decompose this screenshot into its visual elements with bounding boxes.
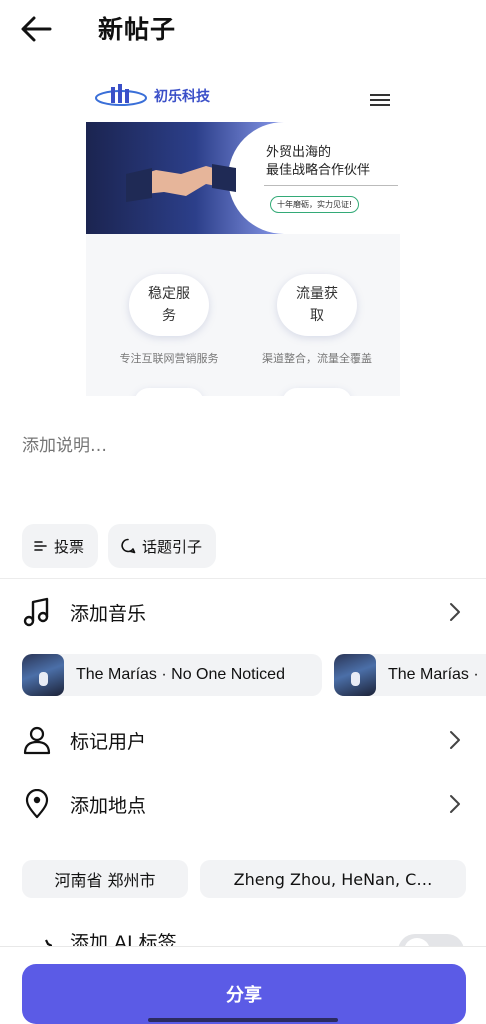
add-location-row[interactable]: 添加地点 [0,776,486,832]
feature-title: 稳定服务 [129,274,209,336]
chevron-right-icon [450,795,460,813]
chevron-right-icon [450,603,460,621]
feature-desc: 专注互联网营销服务 [119,352,219,365]
banner-line-2: 最佳战略合作伙伴 [266,163,371,178]
logo-icon [95,84,147,106]
preview-header: 初乐科技 [86,66,400,122]
top-bar: 新帖子 [0,0,486,58]
feature-title: 流量获取 [277,274,357,336]
feature-circle-partial [134,388,204,396]
add-music-row[interactable]: 添加音乐 [0,584,486,640]
handshake-icon [126,164,236,202]
feature-desc: 渠道整合，流量全覆盖 [262,352,372,365]
share-button[interactable]: 分享 [22,964,466,1024]
music-note-icon [22,597,52,627]
music-title: The Marías · [388,666,479,683]
arrow-left-icon [21,16,52,42]
banner-badge: 十年磨砺，实力见证! [270,196,360,213]
topic-label: 话题引子 [142,537,203,556]
tag-people-row[interactable]: 标记用户 [0,712,486,768]
chevron-right-icon [450,731,460,749]
banner-text-panel [228,122,400,234]
brand-logo: 初乐科技 [94,84,210,108]
feature-circle-partial [282,388,352,396]
topic-prompt-button[interactable]: 话题引子 [108,524,216,568]
divider [0,578,486,579]
caption-input[interactable] [22,436,462,456]
banner-line-1: 外贸出海的 [266,145,332,160]
banner-divider [264,185,398,186]
post-image-preview[interactable]: 初乐科技 外贸出海的 最佳战略合作伙伴 十年磨砺，实力见证! 稳定服务 专注互联… [86,66,400,396]
home-indicator [148,1018,338,1022]
person-icon [22,725,52,755]
add-location-label: 添加地点 [70,794,147,817]
list-icon [34,541,47,551]
add-music-label: 添加音乐 [70,602,147,625]
feature-stable-service: 稳定服务 专注互联网营销服务 [94,274,244,366]
feature-traffic: 流量获取 渠道整合，流量全覆盖 [242,274,392,366]
page-title: 新帖子 [98,15,177,44]
album-cover [22,654,64,696]
music-title: The Marías · No One Noticed [76,666,285,683]
hamburger-menu-icon [370,94,390,108]
speech-bubble-icon [121,538,136,554]
poll-label: 投票 [54,537,85,556]
album-cover [334,654,376,696]
music-suggestion[interactable]: The Marías · [334,654,486,696]
location-suggestion[interactable]: 河南省 郑州市 [22,860,188,898]
location-pin-icon [22,789,52,819]
back-button[interactable] [18,12,58,46]
location-suggestion[interactable]: Zheng Zhou, HeNan, C… [200,860,466,898]
poll-button[interactable]: 投票 [22,524,98,568]
music-suggestion[interactable]: The Marías · No One Noticed [22,654,322,696]
tag-people-label: 标记用户 [70,730,147,753]
brand-name: 初乐科技 [154,89,210,105]
